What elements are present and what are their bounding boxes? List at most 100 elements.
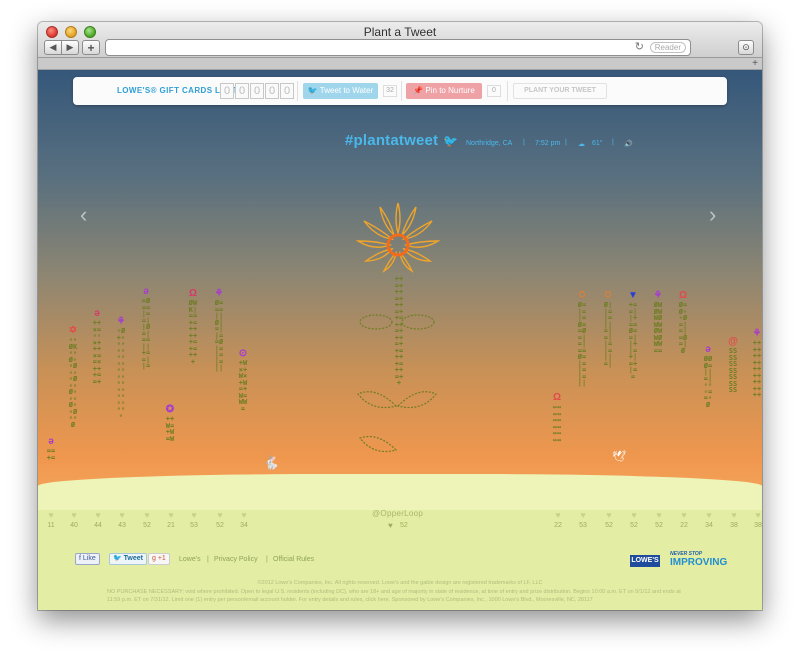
heart-icon[interactable]: ♥ xyxy=(115,510,129,520)
tweet-label: Tweet xyxy=(123,555,143,562)
heart-icon[interactable]: ♥ xyxy=(677,510,691,520)
heart-icon[interactable]: ♥ xyxy=(751,510,762,520)
plant-stem[interactable]: ++=+++=+++=++=++=+++=++=+++=++=++ xyxy=(394,276,404,482)
facebook-like-button[interactable]: f Like xyxy=(75,553,100,565)
plant-bloom-icon[interactable]: ə xyxy=(140,286,152,297)
sound-icon[interactable]: 🔊 xyxy=(624,140,633,148)
plant-bloom-icon[interactable]: @ xyxy=(727,336,739,347)
plant-bloom-icon[interactable]: ə xyxy=(45,436,57,447)
heart-icon[interactable]: ♥ xyxy=(67,510,81,520)
heart-icon[interactable]: ♥ xyxy=(164,510,178,520)
plant-score: 11 xyxy=(47,522,55,529)
window-title: Plant a Tweet xyxy=(363,25,437,39)
hashtag-title[interactable]: #plantatweet xyxy=(345,132,438,149)
plant-stem[interactable]: SSSSSSSSSSSSSS xyxy=(728,348,738,482)
plant-bloom-icon[interactable]: ✡ xyxy=(67,325,79,336)
downloads-button[interactable]: ⊙ xyxy=(738,40,754,55)
plant-stem[interactable]: ØWK|==+=+++++=+=+++ xyxy=(188,300,198,482)
plus-one-label: +1 xyxy=(157,555,166,562)
plant-bloom-icon[interactable]: Ω xyxy=(677,290,689,301)
plant-stem[interactable]: Ø=Ø∘∘Ø=|=|=Ø=|Ø xyxy=(678,302,688,482)
heart-icon[interactable]: ♥ xyxy=(140,510,154,520)
plant-score: 22 xyxy=(554,522,562,529)
plant-bloom-icon[interactable]: ⚘ xyxy=(115,316,127,327)
plant-stem[interactable]: +==||+==Ø==||+|=+|=+|== xyxy=(628,302,638,482)
heart-icon[interactable]: ♥ xyxy=(551,510,565,520)
heart-icon[interactable]: ♥ xyxy=(187,510,201,520)
tweet-to-water-label: Tweet to Water xyxy=(319,86,374,95)
heart-icon[interactable]: ♥ xyxy=(702,510,716,520)
plant-stem[interactable]: ∘∘ØK∘∘Ø∘∘Ø∘∘∘Ø∘∘Ø∘∘∘Ø∘∘Ø∘∘Ø xyxy=(68,337,78,482)
plant-score: 44 xyxy=(94,522,102,529)
plant-stem[interactable]: =Ø==|==||Ø=|==||+==||= xyxy=(141,298,151,482)
toolbar-divider xyxy=(297,81,298,101)
heart-icon[interactable]: ♥ xyxy=(213,510,227,520)
plant-bloom-icon[interactable]: ⚘ xyxy=(652,290,664,301)
bunny-icon: 🐇 xyxy=(263,455,280,470)
tagline-bottom: IMPROVING xyxy=(670,557,728,568)
plant-stem[interactable]: ++++++++++++++++++ xyxy=(752,340,762,482)
page: LOWE'S® GIFT CARDS LEFT 0 0 0 0 0 🐦 Twee… xyxy=(38,70,762,610)
footer-link-lowes[interactable]: Lowe's xyxy=(179,556,201,563)
plant-score: 52 xyxy=(655,522,663,529)
heart-icon[interactable]: ♥ xyxy=(388,521,393,530)
tweet-to-water-button[interactable]: 🐦 Tweet to Water xyxy=(303,83,378,99)
plant-stem[interactable]: +W×+W×+W=+W=WW= xyxy=(238,360,248,482)
plant-stem[interactable]: ↔↔↔↔↔↔↔↔↔↔↔↔ xyxy=(552,404,562,482)
plant-bloom-icon[interactable]: ⍥ xyxy=(576,290,588,301)
plant-stem[interactable]: Ø===||Ø|=||==Ø|=|=|=|| xyxy=(214,300,224,482)
heart-icon[interactable]: ♥ xyxy=(237,510,251,520)
plant-stem[interactable]: ++×=∘∘×+++×==×+++==+ xyxy=(92,320,102,482)
plant-bloom-icon[interactable]: ə xyxy=(702,344,714,355)
like-label: Like xyxy=(82,555,96,562)
reload-icon[interactable]: ↻ xyxy=(635,40,644,53)
footer-divider: | xyxy=(207,556,209,563)
plant-bloom-icon[interactable]: ▼ xyxy=(627,290,639,301)
footer-link-privacy[interactable]: Privacy Policy xyxy=(214,556,258,563)
add-bookmark-button[interactable]: + xyxy=(82,40,100,55)
footer-link-rules[interactable]: Official Rules xyxy=(273,556,314,563)
plant-bloom-icon[interactable]: ⍥ xyxy=(602,290,614,301)
plant-bloom-icon[interactable]: Ω xyxy=(187,288,199,299)
lowes-logo[interactable]: LOWE'S xyxy=(630,555,660,567)
new-tab-button[interactable]: + xyxy=(752,58,758,69)
heart-icon[interactable]: ♥ xyxy=(44,510,58,520)
plant-stem[interactable]: ==+= xyxy=(46,448,56,482)
plant-bloom-icon[interactable]: ə xyxy=(91,308,103,319)
plant-bloom-icon[interactable]: ✪ xyxy=(164,404,176,415)
address-bar[interactable]: ↻ Reader xyxy=(105,39,691,56)
tweet-share-button[interactable]: 🐦 Tweet xyxy=(109,553,147,565)
next-arrow-icon[interactable]: › xyxy=(709,202,716,228)
sunflower-bloom[interactable] xyxy=(350,197,446,277)
forward-button[interactable]: ▶ xyxy=(61,40,79,55)
plant-stem[interactable]: Ø=|=|=Ø==Ø=|=|==Ø=|=|=|=|| xyxy=(577,302,587,482)
featured-handle[interactable]: @OpperLoop xyxy=(372,509,423,518)
plant-bloom-icon[interactable]: ⚘ xyxy=(213,288,225,299)
previous-arrow-icon[interactable]: ‹ xyxy=(80,202,87,228)
back-button[interactable]: ◀ xyxy=(44,40,62,55)
plant-bloom-icon[interactable]: ⚘ xyxy=(751,328,762,339)
heart-icon[interactable]: ♥ xyxy=(602,510,616,520)
pin-to-nurture-button[interactable]: 📌 Pin to Nurture xyxy=(406,83,482,99)
plant-score: 43 xyxy=(118,522,126,529)
heart-icon[interactable]: ♥ xyxy=(727,510,741,520)
action-toolbar: LOWE'S® GIFT CARDS LEFT 0 0 0 0 0 🐦 Twee… xyxy=(73,77,727,105)
tab-strip: + xyxy=(38,58,762,70)
heart-icon[interactable]: ♥ xyxy=(652,510,666,520)
plant-stem[interactable]: ØWØWWØWWØWWØWW== xyxy=(653,302,663,482)
plant-score: 52 xyxy=(216,522,224,529)
google-plus-button[interactable]: g +1 xyxy=(148,553,170,565)
plant-bloom-icon[interactable]: ⊙ xyxy=(237,348,249,359)
reader-button[interactable]: Reader xyxy=(649,42,686,53)
copyright-text: ©2012 Lowe's Companies, Inc. All rights … xyxy=(257,580,543,586)
heart-icon[interactable]: ♥ xyxy=(576,510,590,520)
plant-stem[interactable]: ∘Ø+∘∘∘∘∘∘∘∘∘∘∘∘∘∘∘∘∘∘∘∘∘∘∘∘ xyxy=(116,328,126,482)
plant-score: 22 xyxy=(680,522,688,529)
plant-bloom-icon[interactable]: Ω xyxy=(551,392,563,403)
counter-digit: 0 xyxy=(250,83,264,99)
heart-icon[interactable]: ♥ xyxy=(627,510,641,520)
plant-stem[interactable]: ++W=+W=W xyxy=(165,416,175,482)
plant-stem[interactable]: ØØØ=||=|∘∘∘==∘Ø xyxy=(703,356,713,482)
heart-icon[interactable]: ♥ xyxy=(91,510,105,520)
plant-your-tweet-button[interactable]: PLANT YOUR TWEET xyxy=(513,83,607,99)
